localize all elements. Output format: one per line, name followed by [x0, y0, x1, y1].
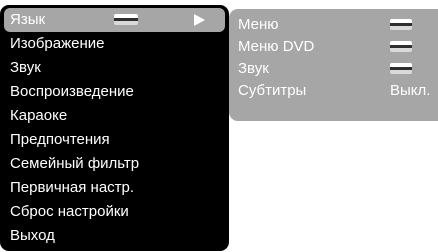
- flag-icon: [390, 41, 412, 52]
- submenu-item-label: Звук: [238, 60, 269, 77]
- submenu-item-subtitles[interactable]: Субтитры Выкл.: [229, 80, 438, 102]
- flag-icon: [390, 63, 412, 74]
- language-submenu: Меню Меню DVD Звук Субтитры Выкл.: [229, 9, 438, 121]
- menu-item-label: Воспроизведение: [10, 83, 134, 100]
- menu-item-picture[interactable]: Изображение: [4, 32, 225, 56]
- menu-item-initial-setup[interactable]: Первичная настр.: [4, 176, 225, 200]
- menu-item-label: Выход: [10, 227, 55, 244]
- menu-item-label: Предпочтения: [10, 131, 110, 148]
- menu-item-label: Караоке: [10, 107, 68, 124]
- submenu-item-label: Меню DVD: [238, 38, 315, 55]
- menu-item-parental-control[interactable]: Семейный фильтр: [4, 152, 225, 176]
- submenu-item-audio-language[interactable]: Звук: [229, 58, 438, 80]
- arrow-right-icon: [194, 14, 205, 26]
- menu-item-playback[interactable]: Воспроизведение: [4, 80, 225, 104]
- menu-item-label: Изображение: [10, 35, 105, 52]
- menu-item-karaoke[interactable]: Караоке: [4, 104, 225, 128]
- flag-icon: [114, 14, 138, 25]
- menu-item-label: Первичная настр.: [10, 179, 135, 196]
- menu-item-label: Семейный фильтр: [10, 155, 140, 172]
- menu-item-label: Сброс настройки: [10, 203, 129, 220]
- flag-icon: [390, 19, 412, 30]
- dvd-osd-screen: Язык Изображение Звук Воспроизведение Ка…: [0, 0, 438, 252]
- submenu-item-menu-language[interactable]: Меню: [229, 14, 438, 36]
- menu-item-label: Язык: [10, 11, 46, 28]
- menu-item-exit[interactable]: Выход: [4, 224, 225, 248]
- menu-item-preferences[interactable]: Предпочтения: [4, 128, 225, 152]
- submenu-item-label: Меню: [238, 16, 279, 33]
- subtitles-value: Выкл.: [390, 82, 431, 99]
- submenu-item-label: Субтитры: [238, 82, 307, 99]
- menu-item-label: Звук: [10, 59, 41, 76]
- submenu-item-dvd-menu-language[interactable]: Меню DVD: [229, 36, 438, 58]
- menu-item-reset-settings[interactable]: Сброс настройки: [4, 200, 225, 224]
- main-menu: Язык Изображение Звук Воспроизведение Ка…: [0, 5, 229, 251]
- menu-item-sound[interactable]: Звук: [4, 56, 225, 80]
- menu-item-language[interactable]: Язык: [4, 8, 225, 32]
